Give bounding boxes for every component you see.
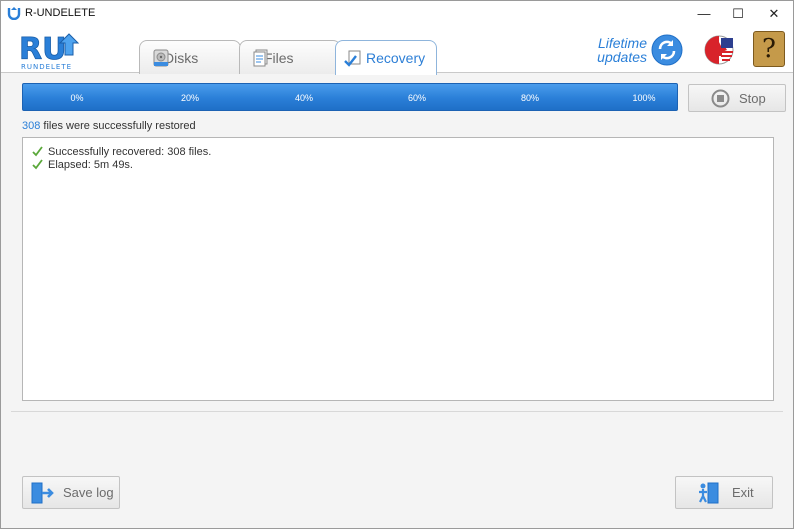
svg-text:RUNDELETE: RUNDELETE xyxy=(21,63,72,71)
status-message: files were successfully restored xyxy=(40,120,196,132)
progress-tick: 100% xyxy=(632,93,656,103)
exit-icon xyxy=(699,482,719,504)
close-button[interactable]: ✕ xyxy=(757,1,791,26)
progress-tick: 80% xyxy=(520,93,539,103)
log-line: Elapsed: 5m 49s. xyxy=(31,158,133,171)
tab-recovery[interactable]: Recovery xyxy=(335,40,437,75)
exit-button[interactable]: Exit xyxy=(675,476,773,509)
tab-recovery-label: Recovery xyxy=(366,50,426,66)
restored-count: 308 xyxy=(22,120,41,132)
help-button[interactable]: ? xyxy=(753,31,785,67)
stop-button[interactable]: Stop xyxy=(688,84,786,112)
title-bar[interactable]: R-UNDELETE — ☐ ✕ xyxy=(1,1,793,26)
log-line: Successfully recovered: 308 files. xyxy=(31,145,211,158)
lifetime-updates-link[interactable]: Lifetime updates xyxy=(585,36,647,64)
divider xyxy=(11,411,783,412)
save-log-button[interactable]: Save log xyxy=(22,476,120,509)
progress-tick: 0% xyxy=(70,93,84,103)
r-undelete-logo: RU RUNDELETE xyxy=(19,32,80,71)
exit-label: Exit xyxy=(732,485,754,500)
svg-text:RU: RU xyxy=(19,32,66,67)
stop-icon xyxy=(711,89,730,108)
progress-bar: 0% 20% 40% 60% 80% 100% xyxy=(22,83,678,111)
log-panel[interactable]: Successfully recovered: 308 files. Elaps… xyxy=(22,137,774,401)
lifetime-line1: Lifetime xyxy=(597,35,647,51)
log-line-text: Elapsed: 5m 49s. xyxy=(48,158,133,171)
help-icon: ? xyxy=(762,34,776,64)
maximize-icon: ☐ xyxy=(732,5,744,21)
recovery-icon xyxy=(344,50,361,67)
close-icon: ✕ xyxy=(768,5,780,21)
minimize-icon: — xyxy=(697,6,711,21)
check-icon xyxy=(32,159,43,170)
progress-tick: 40% xyxy=(294,93,313,103)
language-flag-icon[interactable] xyxy=(701,34,737,66)
tab-files[interactable]: Files xyxy=(239,40,341,74)
log-line-text: Successfully recovered: 308 files. xyxy=(48,145,212,158)
header: RU RUNDELETE Disks Files Recovery Lifeti… xyxy=(1,26,793,75)
disk-icon xyxy=(153,49,169,67)
app-window: R-UNDELETE — ☐ ✕ RU RUNDELETE Disks File… xyxy=(0,0,794,529)
refresh-icon[interactable] xyxy=(651,34,683,66)
lifetime-line2: updates xyxy=(597,49,647,65)
check-icon xyxy=(32,146,43,157)
progress-tick: 20% xyxy=(180,93,199,103)
minimize-button[interactable]: — xyxy=(687,1,721,26)
save-log-icon xyxy=(31,482,54,504)
stop-label: Stop xyxy=(739,90,766,106)
window-title: R-UNDELETE xyxy=(25,7,96,19)
files-icon xyxy=(253,49,268,67)
app-icon xyxy=(7,7,21,20)
maximize-button[interactable]: ☐ xyxy=(721,1,755,26)
status-text: 308 files were successfully restored xyxy=(22,120,196,132)
progress-tick: 60% xyxy=(407,93,426,103)
tab-disks[interactable]: Disks xyxy=(139,40,241,74)
save-log-label: Save log xyxy=(63,485,114,500)
